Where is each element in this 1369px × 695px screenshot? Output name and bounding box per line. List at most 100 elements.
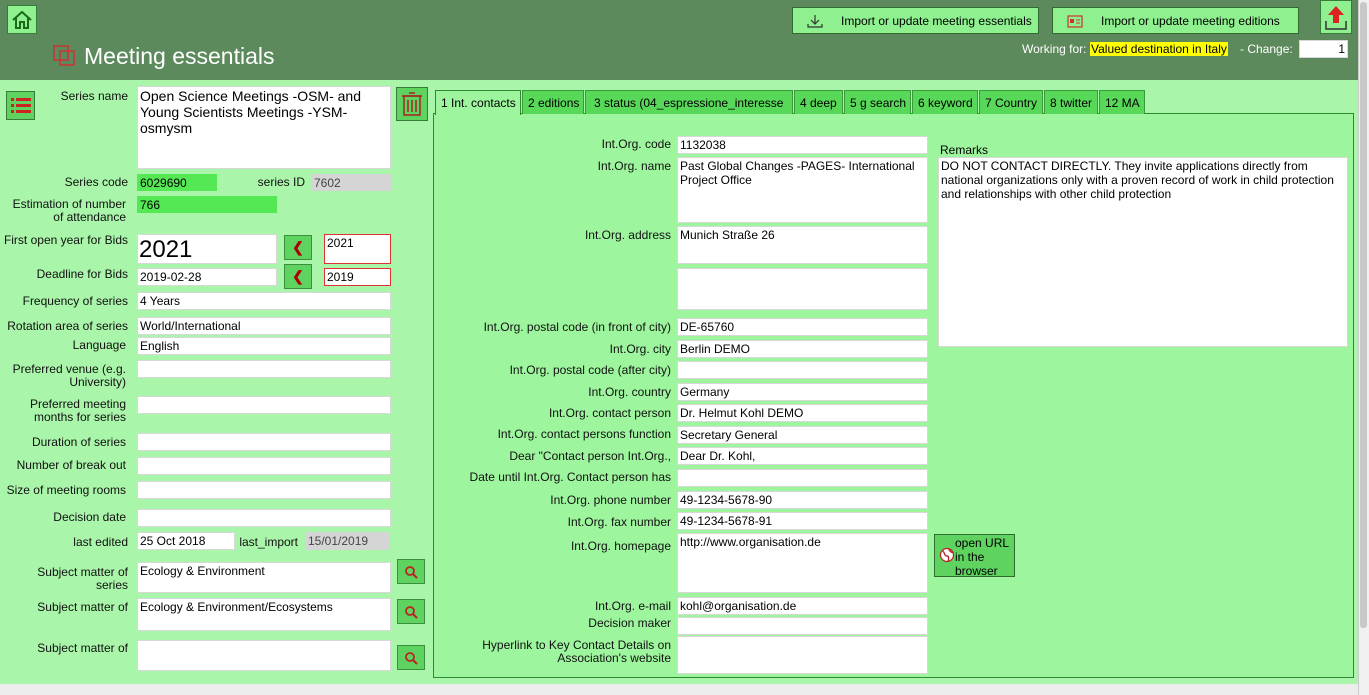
contact-person-field[interactable]: Dr. Helmut Kohl DEMO: [677, 404, 928, 422]
dear-label: Dear "Contact person Int.Org.,: [509, 449, 671, 463]
decision-date-label: Decision date: [53, 510, 126, 524]
country-label: Int.Org. country: [588, 385, 671, 399]
upload-button[interactable]: [1320, 0, 1352, 34]
home-button[interactable]: [7, 5, 37, 34]
tab-country[interactable]: 7 Country: [979, 90, 1043, 114]
import-essentials-button[interactable]: Import or update meeting essentials: [792, 7, 1039, 34]
rooms-field[interactable]: [137, 481, 391, 499]
trash-icon: [402, 92, 422, 116]
scrollbar-thumb[interactable]: [1360, 2, 1367, 628]
city-label: Int.Org. city: [609, 342, 671, 356]
deadline-field[interactable]: 2019-02-28: [137, 268, 277, 286]
first-year-back-button[interactable]: ❮: [284, 235, 312, 260]
breakout-label: Number of break out: [16, 458, 126, 472]
subject1-label: Subject matter of series: [37, 565, 128, 592]
subject2-search-button[interactable]: [397, 599, 425, 624]
first-year-field[interactable]: 2021: [137, 234, 277, 264]
rooms-label: Size of meeting rooms: [6, 483, 126, 497]
tab-int-contacts[interactable]: 1 Int. contacts: [435, 90, 521, 115]
postal-front-field[interactable]: DE-65760: [677, 318, 928, 336]
contact-function-field[interactable]: Secretary General: [677, 426, 928, 444]
tab-keyword[interactable]: 6 keyword: [912, 90, 978, 114]
months-field[interactable]: [137, 396, 391, 414]
tab-deep[interactable]: 4 deep: [794, 90, 843, 114]
tab-editions[interactable]: 2 editions: [522, 90, 584, 114]
subject1-search-button[interactable]: [397, 559, 425, 584]
breakout-field[interactable]: [137, 457, 391, 475]
delete-button[interactable]: [396, 87, 428, 121]
remarks-label: Remarks: [940, 143, 989, 157]
org-code-label: Int.Org. code: [601, 137, 671, 151]
tab-twitter[interactable]: 8 twitter: [1044, 90, 1098, 114]
phone-field[interactable]: 49-1234-5678-90: [677, 491, 928, 509]
download-icon: [807, 14, 823, 28]
globe-icon: [939, 547, 955, 563]
series-code-field[interactable]: 6029690: [137, 174, 217, 191]
contact-function-label: Int.Org. contact persons function: [497, 427, 671, 441]
language-label: Language: [72, 338, 126, 352]
country-field[interactable]: Germany: [677, 383, 928, 401]
tab-status[interactable]: 3 status (04_espressione_interesse: [585, 90, 793, 114]
bottom-strip: [0, 684, 1358, 695]
dear-field[interactable]: Dear Dr. Kohl,: [677, 447, 928, 465]
attendance-field[interactable]: 766: [137, 196, 277, 213]
rotation-label: Rotation area of series: [7, 319, 128, 333]
chevron-left-icon: ❮: [292, 239, 304, 255]
rotation-field[interactable]: World/International: [137, 317, 391, 335]
subject3-search-button[interactable]: [397, 645, 425, 670]
import-editions-button[interactable]: Import or update meeting editions: [1052, 7, 1299, 34]
language-field[interactable]: English: [137, 337, 391, 355]
subject1-field[interactable]: Ecology & Environment: [137, 562, 391, 593]
open-url-label: open URL in the browser: [955, 536, 1009, 578]
hyperlink-field[interactable]: [677, 636, 928, 674]
org-name-field[interactable]: Past Global Changes -PAGES- Internationa…: [677, 157, 928, 223]
city-field[interactable]: Berlin DEMO: [677, 340, 928, 358]
working-for-value: Valued destination in Italy: [1090, 42, 1228, 56]
first-year-side-field[interactable]: 2021: [324, 234, 391, 264]
decision-maker-field[interactable]: [677, 617, 928, 635]
subject2-field[interactable]: Ecology & Environment/Ecosystems: [137, 598, 391, 631]
deadline-side-field[interactable]: 2019: [324, 268, 391, 286]
contact-person-label: Int.Org. contact person: [548, 406, 671, 420]
tab-ma[interactable]: 12 MA: [1099, 90, 1145, 114]
open-url-button[interactable]: open URL in the browser: [934, 534, 1015, 578]
series-id-label: series ID: [257, 175, 305, 189]
hyperlink-label: Hyperlink to Key Contact Details on Asso…: [482, 638, 671, 665]
last-import-field: 15/01/2019: [305, 532, 390, 550]
org-address-label: Int.Org. address: [584, 228, 671, 242]
working-for-label: Working for:: [1022, 42, 1087, 56]
deadline-back-button[interactable]: ❮: [284, 264, 312, 289]
series-id-field: 7602: [311, 174, 391, 191]
postal-after-field[interactable]: [677, 361, 928, 379]
deadline-label: Deadline for Bids: [36, 267, 128, 281]
search-icon: [405, 605, 418, 619]
series-code-label: Series code: [64, 175, 128, 189]
org-code-field[interactable]: 1132038: [677, 136, 928, 154]
last-edited-field[interactable]: 25 Oct 2018: [137, 532, 235, 550]
decision-date-field[interactable]: [137, 509, 391, 527]
date-until-field[interactable]: [677, 469, 928, 487]
email-label: Int.Org. e-mail: [594, 599, 671, 613]
subject3-field[interactable]: [137, 640, 391, 671]
homepage-field[interactable]: http://www.organisation.de: [677, 533, 928, 593]
menu-button[interactable]: [6, 91, 35, 120]
frequency-field[interactable]: 4 Years: [137, 292, 391, 310]
org-address-field[interactable]: Munich Straße 26: [677, 226, 928, 264]
frequency-label: Frequency of series: [22, 294, 128, 308]
duration-field[interactable]: [137, 433, 391, 451]
tab-g-search[interactable]: 5 g search: [844, 90, 911, 114]
org-address2-field[interactable]: [677, 268, 928, 310]
fax-field[interactable]: 49-1234-5678-91: [677, 512, 928, 530]
list-icon: [10, 97, 31, 113]
venue-label: Preferred venue (e.g. University): [12, 362, 126, 389]
import-essentials-label: Import or update meeting essentials: [841, 13, 1032, 28]
email-field[interactable]: kohl@organisation.de: [677, 597, 928, 615]
remarks-field[interactable]: DO NOT CONTACT DIRECTLY. They invite app…: [938, 157, 1348, 347]
venue-field[interactable]: [137, 360, 391, 378]
series-name-field[interactable]: Open Science Meetings -OSM- and Young Sc…: [137, 86, 391, 169]
id-card-icon: [1067, 14, 1083, 28]
upload-arrow-icon: [1325, 6, 1347, 30]
chevron-left-icon: ❮: [292, 268, 304, 284]
copy-icon: [52, 44, 78, 68]
change-input[interactable]: 1: [1299, 40, 1348, 58]
